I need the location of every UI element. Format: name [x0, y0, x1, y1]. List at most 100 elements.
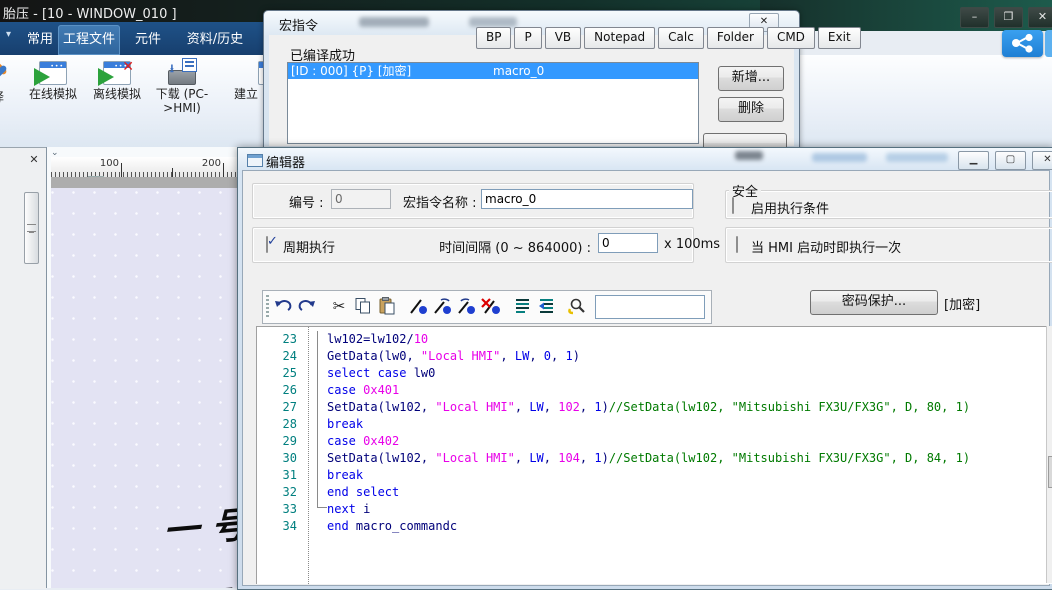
- undo-icon[interactable]: [273, 296, 293, 316]
- code-line[interactable]: 34end macro_commandc: [257, 518, 1052, 535]
- blurred-background-artifact: [359, 17, 429, 27]
- code-line[interactable]: 31break: [257, 467, 1052, 484]
- enable-condition-checkbox[interactable]: [732, 197, 734, 214]
- bookmark-clear-icon[interactable]: [481, 296, 501, 316]
- editor-client-area: 编号 : 宏指令名称 : 安全 启用执行条件 周期执行 时间间隔 (0 ~ 86…: [242, 170, 1050, 586]
- code-line[interactable]: 27SetData(lw102, "Local HMI", LW, 102, 1…: [257, 399, 1052, 416]
- offline-simulation-icon: •••✕: [103, 61, 131, 85]
- code-line[interactable]: 25select case lw0: [257, 365, 1052, 382]
- interval-label: 时间间隔 (0 ~ 864000) :: [439, 237, 591, 256]
- debug-toolbar: BP P VB Notepad Calc Folder CMD Exit: [476, 27, 861, 49]
- id-label: 编号 :: [289, 192, 324, 211]
- share-icon: [1009, 33, 1036, 54]
- panel-close-icon[interactable]: ✕: [26, 153, 42, 168]
- macro-id-input[interactable]: [331, 189, 391, 209]
- online-simulation-icon: •••: [39, 61, 67, 85]
- code-line[interactable]: 28break: [257, 416, 1052, 433]
- macro-name-label: 宏指令名称 :: [403, 192, 477, 211]
- indent-icon[interactable]: [513, 296, 533, 316]
- cut-icon[interactable]: ✂: [329, 296, 349, 316]
- code-line[interactable]: 26case 0x401: [257, 382, 1052, 399]
- code-line[interactable]: 30SetData(lw102, "Local HMI", LW, 104, 1…: [257, 450, 1052, 467]
- design-canvas-window: ⌄ 100200 ▲ 一号二号: [46, 147, 238, 588]
- code-vertical-scrollbar[interactable]: [1046, 326, 1052, 583]
- periodic-label: 周期执行: [283, 237, 335, 256]
- tab-components[interactable]: 元件: [126, 29, 170, 51]
- toolbar-item-download[interactable]: ⭳ 下载 (PC->HMI): [152, 58, 212, 115]
- app-title: 胎压 - [10 - WINDOW_010 ]: [3, 3, 177, 22]
- toolbar-item-online-sim[interactable]: ••• 在线模拟: [22, 58, 84, 101]
- macro-editor-window: 编辑器 ▁ ▢ ✕ 编号 : 宏指令名称 : 安全 启用执行条件 周期执行 时间…: [237, 147, 1052, 590]
- periodic-checkbox[interactable]: [266, 236, 268, 253]
- editor-window-icon: [247, 154, 263, 167]
- code-line[interactable]: 32end select: [257, 484, 1052, 501]
- outdent-icon[interactable]: [537, 296, 557, 316]
- copy-icon[interactable]: [353, 296, 373, 316]
- notepad-button[interactable]: Notepad: [584, 27, 655, 49]
- tab-common[interactable]: 常用: [18, 29, 62, 51]
- download-icon: ⭳: [167, 70, 197, 85]
- canvas-text: 二号: [147, 575, 238, 588]
- delete-macro-button[interactable]: 删除: [718, 97, 784, 122]
- main-window-controls: – ❐ ✕: [960, 7, 1052, 28]
- toolbar-grip[interactable]: [266, 295, 269, 319]
- editor-maximize-button[interactable]: ▢: [995, 151, 1026, 170]
- macro-list-item[interactable]: [ID : 000] {P} [加密]macro_0: [288, 63, 698, 79]
- blurred-background-artifact: [886, 153, 948, 162]
- horizontal-ruler: 100 200: [51, 157, 238, 178]
- password-protect-button[interactable]: 密码保护...: [810, 290, 938, 315]
- encrypted-tag: [加密]: [944, 294, 980, 313]
- toolbar-item-offline-sim[interactable]: •••✕ 离线模拟: [86, 58, 148, 101]
- code-line[interactable]: 24GetData(lw0, "Local HMI", LW, 0, 1): [257, 348, 1052, 365]
- partial-overlay-button[interactable]: [1045, 30, 1052, 57]
- redo-icon[interactable]: [297, 296, 317, 316]
- bookmark-next-icon[interactable]: [433, 296, 453, 316]
- close-button[interactable]: ✕: [1028, 7, 1052, 28]
- add-macro-button[interactable]: 新增...: [718, 66, 784, 91]
- ruler-label: 200: [202, 158, 223, 169]
- editor-window-title: 编辑器: [266, 152, 305, 171]
- macro-name-input[interactable]: [481, 189, 693, 209]
- p-button[interactable]: P: [514, 27, 541, 49]
- code-line[interactable]: 33next i: [257, 501, 1052, 518]
- exit-button[interactable]: Exit: [818, 27, 861, 49]
- code-editor[interactable]: 23lw102=lw102/1024GetData(lw0, "Local HM…: [256, 326, 1052, 584]
- run-once-checkbox[interactable]: [736, 236, 738, 253]
- bookmark-prev-icon[interactable]: [457, 296, 477, 316]
- left-dock-panel: ✕: [0, 147, 46, 589]
- editor-window-controls: ▁ ▢ ✕: [958, 151, 1052, 170]
- ruler-label: 100: [100, 158, 121, 169]
- canvas-text: 一号: [163, 495, 238, 556]
- toolbar-item-compile[interactable]: 译: [0, 58, 18, 104]
- canvas-top-margin: [51, 177, 238, 188]
- search-input[interactable]: [595, 295, 705, 319]
- bp-button[interactable]: BP: [476, 27, 511, 49]
- bookmark-toggle-icon[interactable]: [409, 296, 429, 316]
- blurred-background-artifact: [735, 151, 763, 160]
- enable-condition-label: 启用执行条件: [751, 198, 829, 217]
- cmd-button[interactable]: CMD: [767, 27, 815, 49]
- scrollbar-thumb[interactable]: [1048, 456, 1052, 488]
- share-overlay-badge[interactable]: [1002, 30, 1043, 57]
- editor-close-button[interactable]: ✕: [1032, 151, 1052, 170]
- macro-list[interactable]: [ID : 000] {P} [加密]macro_0: [287, 62, 699, 144]
- quick-access-chevron-icon[interactable]: ▾: [6, 29, 11, 40]
- interval-input[interactable]: [598, 233, 658, 253]
- folder-button[interactable]: Folder: [707, 27, 764, 49]
- interval-unit-label: x 100ms: [664, 237, 720, 252]
- panel-splitter-handle[interactable]: [24, 192, 39, 264]
- design-canvas[interactable]: 一号二号: [51, 188, 238, 588]
- vb-button[interactable]: VB: [545, 27, 581, 49]
- tab-project-file[interactable]: 工程文件: [58, 25, 120, 55]
- blurred-background-artifact: [812, 153, 867, 162]
- minimize-button[interactable]: –: [960, 7, 989, 28]
- editor-minimize-button[interactable]: ▁: [958, 151, 989, 170]
- find-replace-icon[interactable]: [567, 296, 587, 316]
- maximize-button[interactable]: ❐: [994, 7, 1023, 28]
- paste-icon[interactable]: [377, 296, 397, 316]
- calc-button[interactable]: Calc: [658, 27, 704, 49]
- tab-data-history[interactable]: 资料/历史: [176, 29, 254, 51]
- code-line[interactable]: 29case 0x402: [257, 433, 1052, 450]
- code-line[interactable]: 23lw102=lw102/10: [257, 331, 1052, 348]
- compile-icon: [0, 58, 13, 88]
